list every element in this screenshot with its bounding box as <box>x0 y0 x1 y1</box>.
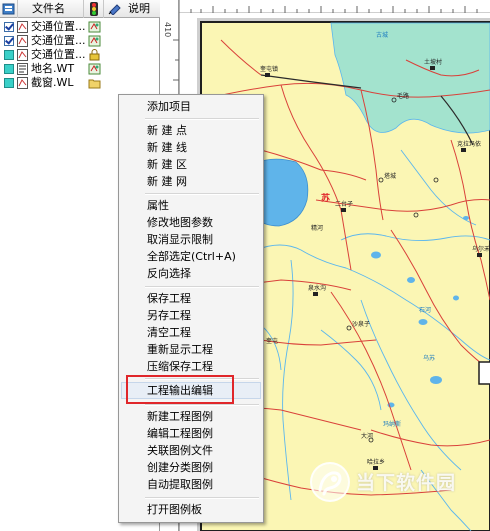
menu-separator <box>145 286 259 288</box>
place-label: 泉水沟 <box>308 284 326 292</box>
row-checkbox[interactable] <box>4 50 14 60</box>
menu-item-invert-selection[interactable]: 反向选择 <box>121 265 261 282</box>
menu-item-open-legend-board[interactable]: 打开图例板 <box>121 501 261 518</box>
edit-status-icon[interactable] <box>88 21 101 33</box>
place-label: 毛路 <box>397 92 409 100</box>
menu-item-new-area[interactable]: 新 建 区 <box>121 156 261 173</box>
edit-status-icon[interactable] <box>88 35 101 47</box>
edit-status-icon[interactable] <box>88 63 101 75</box>
place-label: 大河 <box>361 432 373 440</box>
column-header-description[interactable]: 说明 <box>104 0 160 18</box>
context-menu: 添加项目 新 建 点 新 建 线 新 建 区 新 建 网 属性 修改地图参数 取… <box>118 94 264 523</box>
lake-label: 苏 <box>321 192 330 204</box>
menu-item-cancel-display-limit[interactable]: 取消显示限制 <box>121 231 261 248</box>
file-list-header: 文件名 说明 <box>0 0 160 18</box>
place-label: 二台子 <box>335 200 353 208</box>
row-checkbox[interactable] <box>4 78 14 88</box>
header-layer-icon[interactable] <box>0 0 18 18</box>
menu-item-new-line[interactable]: 新 建 线 <box>121 139 261 156</box>
menu-separator <box>145 118 259 120</box>
menu-item-modify-map-params[interactable]: 修改地图参数 <box>121 214 261 231</box>
row-checkbox[interactable] <box>4 64 14 74</box>
menu-item-properties[interactable]: 属性 <box>121 197 261 214</box>
traffic-light-icon[interactable] <box>84 0 104 18</box>
column-header-file-name[interactable]: 文件名 <box>18 0 84 18</box>
menu-item-new-network[interactable]: 新 建 网 <box>121 173 261 190</box>
file-name: 地名.WT <box>31 62 75 75</box>
menu-separator <box>145 404 259 406</box>
place-label: 乌尔禾 <box>472 245 490 253</box>
menu-item-clear-project[interactable]: 清空工程 <box>121 324 261 341</box>
menu-item-link-legend-file[interactable]: 关联图例文件 <box>121 442 261 459</box>
water-label: 古城 <box>376 31 388 39</box>
file-row[interactable]: 交通位置... <box>0 34 158 48</box>
menu-item-select-all[interactable]: 全部选定(Ctrl+A) <box>121 248 261 265</box>
file-row[interactable]: 截窗.WL <box>0 76 158 90</box>
file-name: 交通位置... <box>31 20 86 33</box>
file-name: 交通位置... <box>31 34 86 47</box>
file-row[interactable]: 交通位置... <box>0 20 158 34</box>
edit-icon <box>108 4 121 15</box>
place-label: 奎屯 <box>266 337 278 345</box>
menu-item-edit-project-legend[interactable]: 编辑工程图例 <box>121 425 261 442</box>
place-label: 精河 <box>311 224 323 232</box>
menu-item-new-project-legend[interactable]: 新建工程图例 <box>121 408 261 425</box>
row-checkbox[interactable] <box>4 36 14 46</box>
menu-item-auto-extract-legend[interactable]: 自动提取图例 <box>121 476 261 493</box>
menu-item-save-project[interactable]: 保存工程 <box>121 290 261 307</box>
row-checkbox[interactable] <box>4 22 14 32</box>
place-label: 沙泉子 <box>352 320 370 328</box>
menu-item-add-project[interactable]: 添加项目 <box>121 98 261 115</box>
menu-item-new-point[interactable]: 新 建 点 <box>121 122 261 139</box>
line-file-icon <box>17 49 28 61</box>
menu-item-redisplay-project[interactable]: 重新显示工程 <box>121 341 261 358</box>
place-label: 奎屯镇 <box>260 65 278 73</box>
lock-status-icon[interactable] <box>88 49 101 61</box>
text-file-icon <box>17 63 28 75</box>
file-row[interactable]: 交通位置... <box>0 48 158 62</box>
watermark-logo-icon <box>310 462 350 502</box>
line-file-icon <box>17 21 28 33</box>
line-file-icon <box>17 35 28 47</box>
place-label: 土坡村 <box>424 58 442 66</box>
line-file-icon <box>17 77 28 89</box>
menu-separator <box>145 193 259 195</box>
menu-item-create-category-legend[interactable]: 创建分类图例 <box>121 459 261 476</box>
water-label: 石河 <box>419 306 431 314</box>
highlight-annotation-box <box>126 375 234 404</box>
water-label: 乌苏 <box>423 354 435 362</box>
place-label: 克拉玛依 <box>457 140 481 148</box>
file-name: 截窗.WL <box>31 76 74 89</box>
folder-status-icon[interactable] <box>88 77 101 89</box>
description-label: 说明 <box>128 2 150 15</box>
file-row[interactable]: 地名.WT <box>0 62 158 76</box>
water-label: 玛纳斯 <box>383 420 401 428</box>
file-name: 交通位置... <box>31 48 86 61</box>
place-label: 塔城 <box>384 172 396 180</box>
watermark-text: 当下软件园 <box>356 472 457 494</box>
watermark: 当下软件园 <box>302 458 482 508</box>
menu-item-compress-save-project[interactable]: 压缩保存工程 <box>121 358 261 375</box>
menu-separator <box>145 497 259 499</box>
menu-item-save-project-as[interactable]: 另存工程 <box>121 307 261 324</box>
